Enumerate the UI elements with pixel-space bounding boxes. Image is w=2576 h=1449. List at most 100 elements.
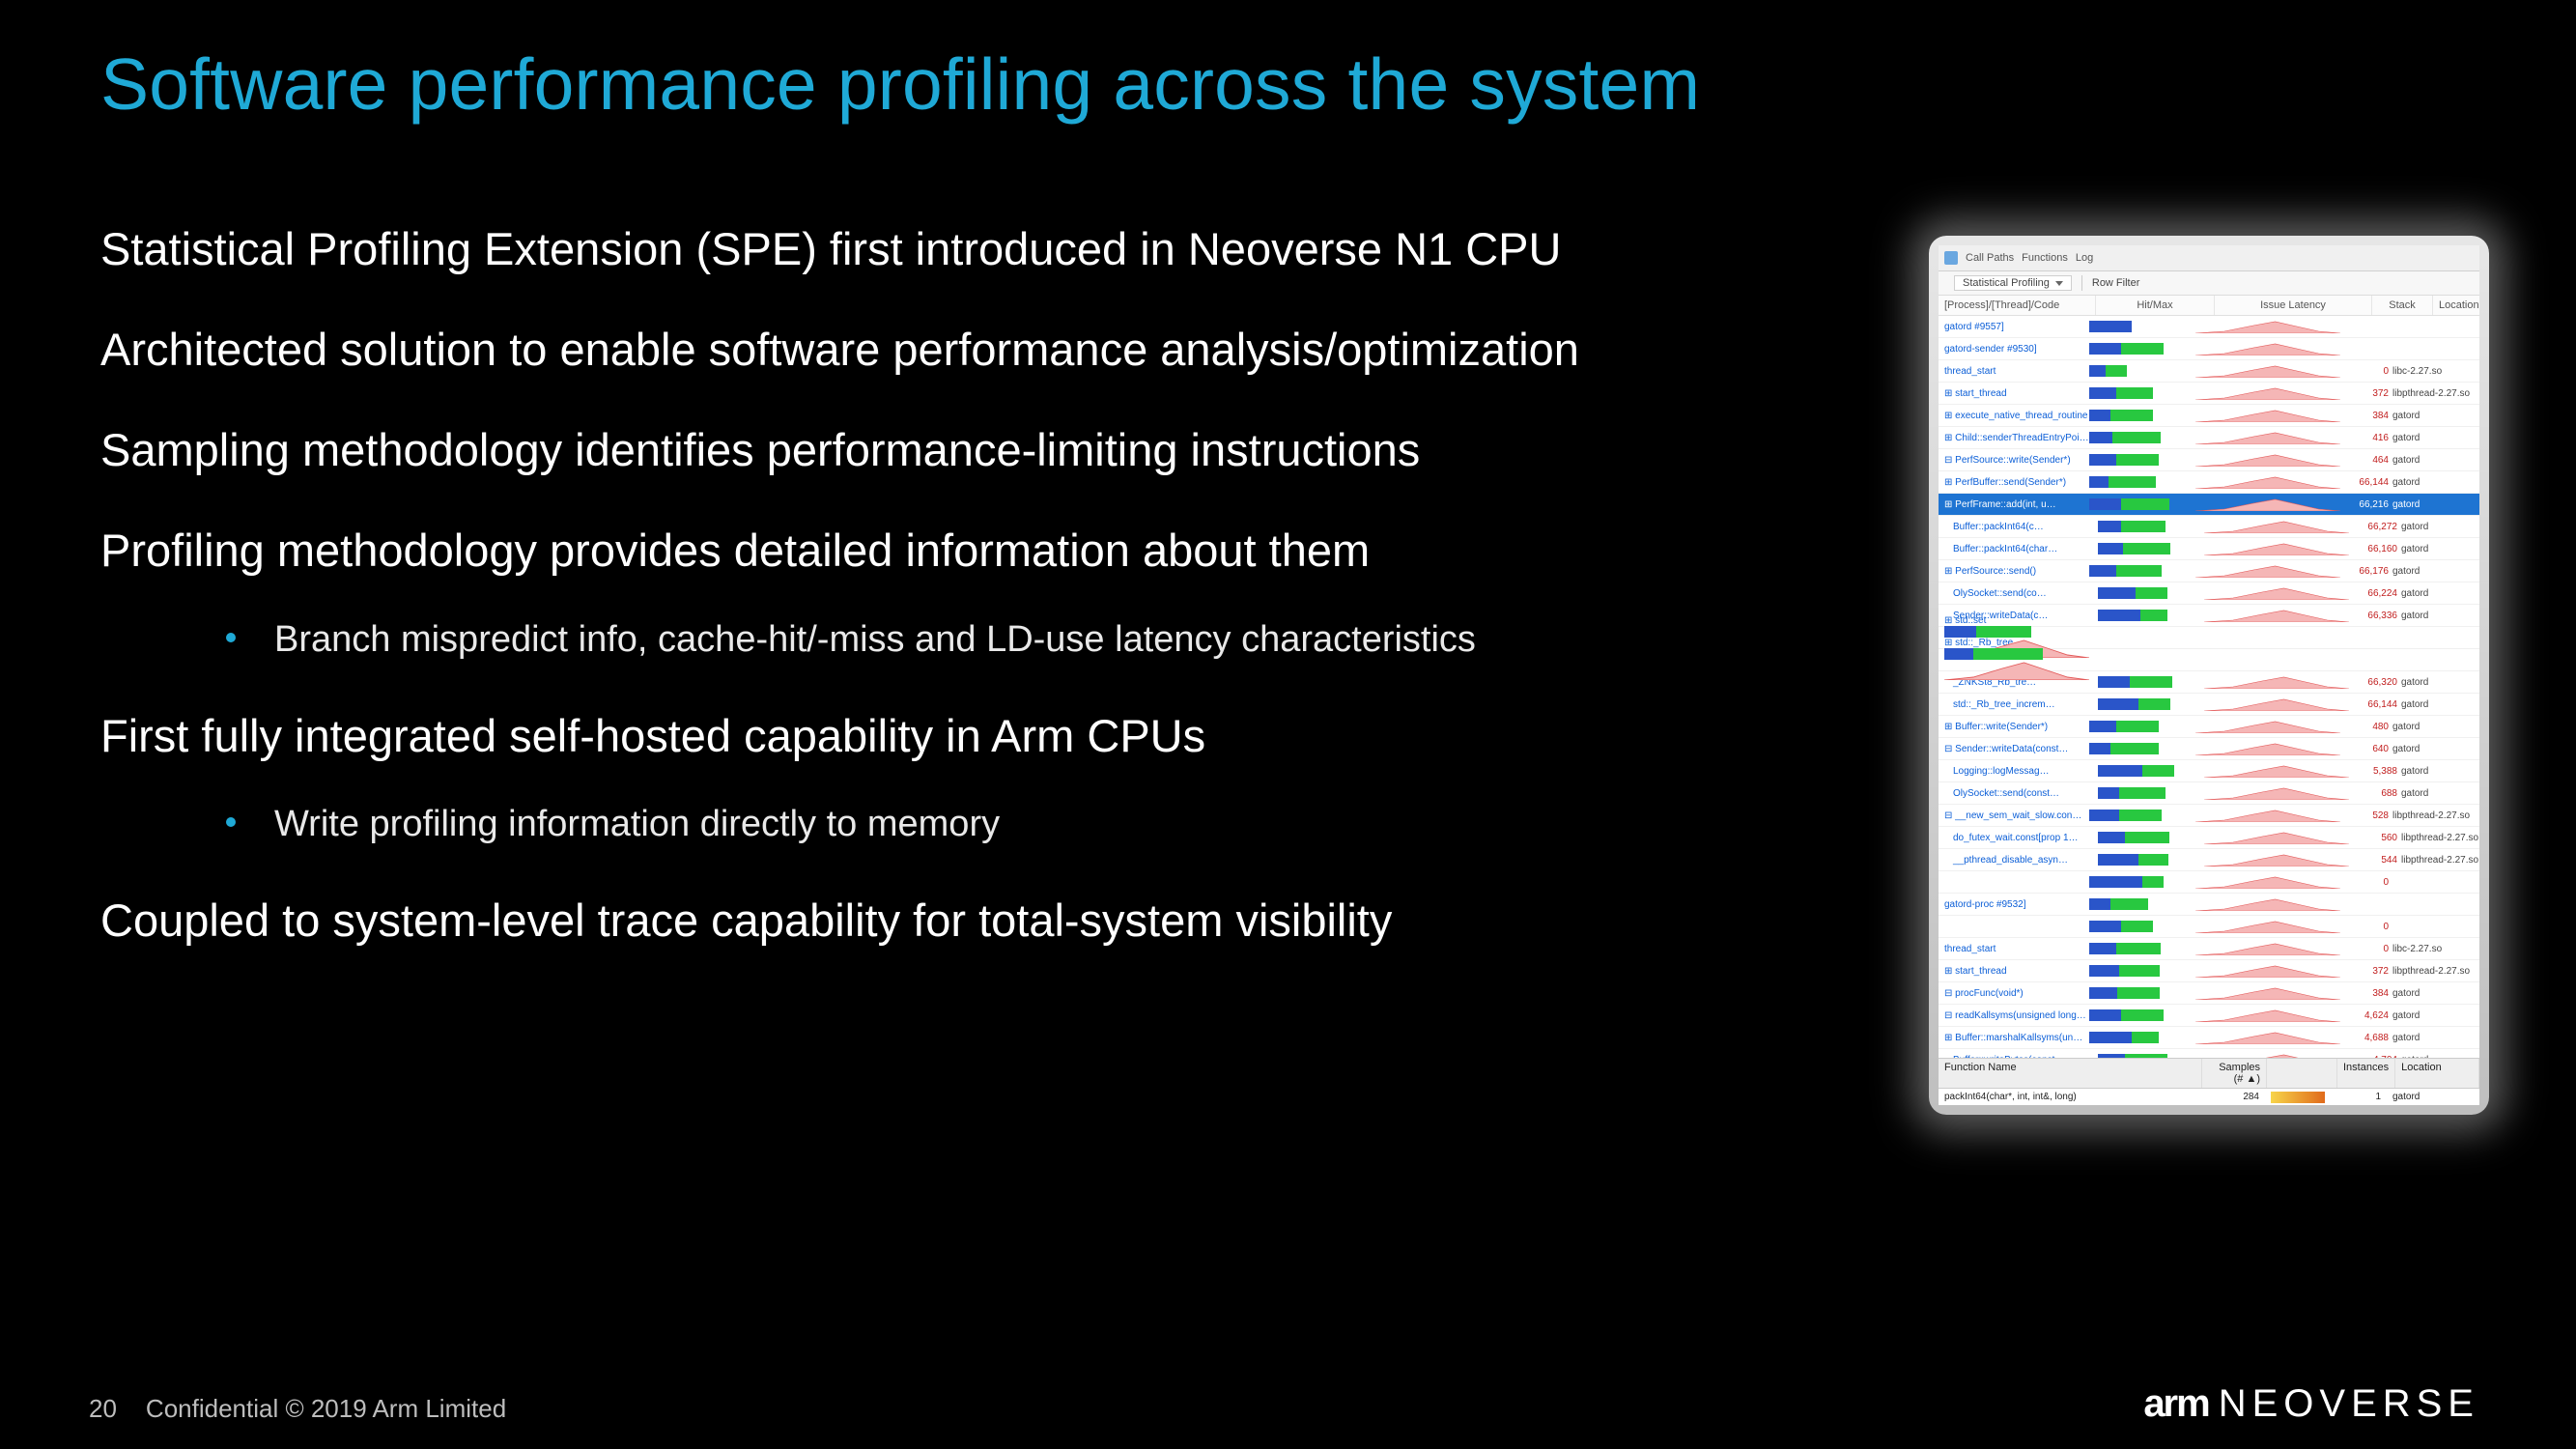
table-row[interactable]: gatord-proc #9532] (1939, 894, 2479, 916)
row-name: ⊟ __new_sem_wait_slow.con… (1939, 810, 2089, 821)
fnhead-location[interactable]: Location (2395, 1059, 2479, 1088)
profiling-mode-dropdown[interactable]: Statistical Profiling (1954, 275, 2072, 291)
table-row[interactable]: OlySocket::send(co…66,224gatord (1939, 582, 2479, 605)
paragraph: First fully integrated self-hosted capab… (100, 707, 1820, 765)
row-name: ⊟ readKallsyms(unsigned long… (1939, 1010, 2089, 1021)
table-row[interactable]: ⊟ procFunc(void*)384gatord (1939, 982, 2479, 1005)
hitmax-bar (2098, 521, 2204, 532)
hitmax-bar (2089, 432, 2195, 443)
row-location: gatord (2401, 788, 2479, 799)
latency-spark (2195, 453, 2340, 467)
table-row[interactable]: ⊞ start_thread372libpthread-2.27.so (1939, 383, 2479, 405)
table-row[interactable]: ⊞ std::set66,208gatord (1939, 627, 2479, 649)
row-location: gatord (2401, 1055, 2479, 1059)
row-name: ⊟ PerfSource::write(Sender*) (1939, 455, 2089, 466)
latency-spark (2195, 320, 2340, 333)
row-location: libpthread-2.27.so (2401, 855, 2479, 866)
hitmax-bar (2098, 765, 2204, 777)
row-name: ⊞ PerfBuffer::send(Sender*) (1939, 477, 2089, 488)
table-row[interactable]: Logging::logMessag…5,388gatord (1939, 760, 2479, 782)
table-row[interactable]: ⊞ PerfFrame::add(int, u…66,216gatord (1939, 494, 2479, 516)
row-filter-label: Row Filter (2092, 277, 2140, 289)
table-row[interactable]: thread_start0libc-2.27.so (1939, 360, 2479, 383)
stack-count: 0 (2340, 944, 2392, 954)
table-row[interactable]: Buffer::writeBytes(const…4,704gatord (1939, 1049, 2479, 1058)
row-name: ⊟ procFunc(void*) (1939, 988, 2089, 999)
stack-count: 560 (2349, 833, 2401, 843)
latency-spark (2195, 964, 2340, 978)
table-row[interactable]: ⊟ Sender::writeData(const…640gatord (1939, 738, 2479, 760)
table-row[interactable]: ⊞ start_thread372libpthread-2.27.so (1939, 960, 2479, 982)
slide-content: Statistical Profiling Extension (SPE) fi… (100, 220, 1820, 951)
function-rows: packInt64(char*, int, int&, long)284 88.… (1939, 1089, 2479, 1105)
col-latency[interactable]: Issue Latency (2215, 296, 2372, 315)
latency-spark (2195, 431, 2340, 444)
stack-count: 528 (2340, 810, 2392, 821)
table-row[interactable]: do_futex_wait.const[prop 1…560libpthread… (1939, 827, 2479, 849)
col-location[interactable]: Location (2433, 296, 2479, 315)
latency-spark (2195, 364, 2340, 378)
arm-wordmark: arm (2143, 1382, 2208, 1426)
hitmax-bar (2098, 543, 2204, 554)
row-location: gatord (2392, 433, 2479, 443)
function-row[interactable]: packInt64(char*, int, int&, long)284 88.… (1939, 1089, 2479, 1105)
row-location: gatord (2392, 455, 2479, 466)
fnhead-instances[interactable]: Instances (2337, 1059, 2395, 1088)
stack-count: 4,688 (2340, 1033, 2392, 1043)
profiler-tabbar: Call Paths Functions Log (1939, 245, 2479, 271)
table-row[interactable]: ⊞ Buffer::marshalKallsyms(un…4,688gatord (1939, 1027, 2479, 1049)
table-row[interactable]: ⊟ __new_sem_wait_slow.con…528libpthread-… (1939, 805, 2479, 827)
stack-count: 66,144 (2340, 477, 2392, 488)
table-row[interactable]: ⊟ PerfSource::write(Sender*)464gatord (1939, 449, 2479, 471)
table-row[interactable]: Buffer::packInt64(char…66,160gatord (1939, 538, 2479, 560)
col-hitmax[interactable]: Hit/Max (2096, 296, 2215, 315)
page-number: 20 (89, 1394, 117, 1424)
hitmax-bar (2089, 454, 2195, 466)
row-location: gatord (2392, 988, 2479, 999)
row-name: ⊞ Child::senderThreadEntryPoint() (1939, 433, 2089, 443)
table-row[interactable]: gatord #9557] (1939, 316, 2479, 338)
stack-count: 4,624 (2340, 1010, 2392, 1021)
table-row[interactable]: OlySocket::send(const…688gatord (1939, 782, 2479, 805)
col-process[interactable]: [Process]/[Thread]/Code (1939, 296, 2096, 315)
stack-count: 66,176 (2340, 566, 2392, 577)
stack-count: 640 (2340, 744, 2392, 754)
latency-spark (2195, 342, 2340, 355)
hitmax-bar (2098, 1054, 2204, 1058)
table-row[interactable]: 0 (1939, 871, 2479, 894)
paragraph: Statistical Profiling Extension (SPE) fi… (100, 220, 1820, 278)
tab[interactable]: Log (2076, 252, 2093, 264)
table-row[interactable]: Buffer::packInt64(c…66,272gatord (1939, 516, 2479, 538)
table-row[interactable]: std::_Rb_tree_increm…66,144gatord (1939, 694, 2479, 716)
profiler-rows: gatord #9557]gatord-sender #9530]thread_… (1939, 316, 2479, 1058)
table-row[interactable]: ⊞ Child::senderThreadEntryPoint()416gato… (1939, 427, 2479, 449)
tab[interactable]: Call Paths (1966, 252, 2014, 264)
table-row[interactable]: 0 (1939, 916, 2479, 938)
col-stack[interactable]: Stack (2372, 296, 2433, 315)
row-name: OlySocket::send(co… (1939, 588, 2098, 599)
latency-spark (2204, 542, 2349, 555)
fnhead-samples[interactable]: Samples (# ▲) (2202, 1059, 2267, 1088)
stack-count: 372 (2340, 388, 2392, 399)
table-row[interactable]: ⊞ PerfBuffer::send(Sender*) 66,144gatord (1939, 471, 2479, 494)
table-row[interactable]: ⊞ PerfSource::send()66,176gatord (1939, 560, 2479, 582)
table-row[interactable]: ⊞ execute_native_thread_routine384gatord (1939, 405, 2479, 427)
row-location: gatord (2392, 477, 2479, 488)
table-row[interactable]: ⊟ readKallsyms(unsigned long…4,624gatord (1939, 1005, 2479, 1027)
fn-name: packInt64(char*, int, int&, long) (1939, 1091, 2201, 1105)
fnhead-pct[interactable] (2267, 1059, 2337, 1088)
tab[interactable]: Functions (2022, 252, 2068, 264)
column-headers: [Process]/[Thread]/Code Hit/Max Issue La… (1939, 296, 2479, 316)
fn-instances: 1 (2335, 1091, 2387, 1105)
row-location: gatord (2392, 499, 2479, 510)
table-row[interactable]: ⊞ std::_Rb_tree66,256gatord (1939, 649, 2479, 671)
row-name: ⊞ Buffer::write(Sender*) (1939, 722, 2089, 732)
latency-spark (2204, 697, 2349, 711)
table-row[interactable]: ⊞ Buffer::write(Sender*)480gatord (1939, 716, 2479, 738)
row-location: gatord (2401, 677, 2479, 688)
table-row[interactable]: gatord-sender #9530] (1939, 338, 2479, 360)
table-row[interactable]: __pthread_disable_asyn…544libpthread-2.2… (1939, 849, 2479, 871)
row-location: gatord (2392, 1033, 2479, 1043)
fnhead-name[interactable]: Function Name (1939, 1059, 2202, 1088)
table-row[interactable]: thread_start0libc-2.27.so (1939, 938, 2479, 960)
